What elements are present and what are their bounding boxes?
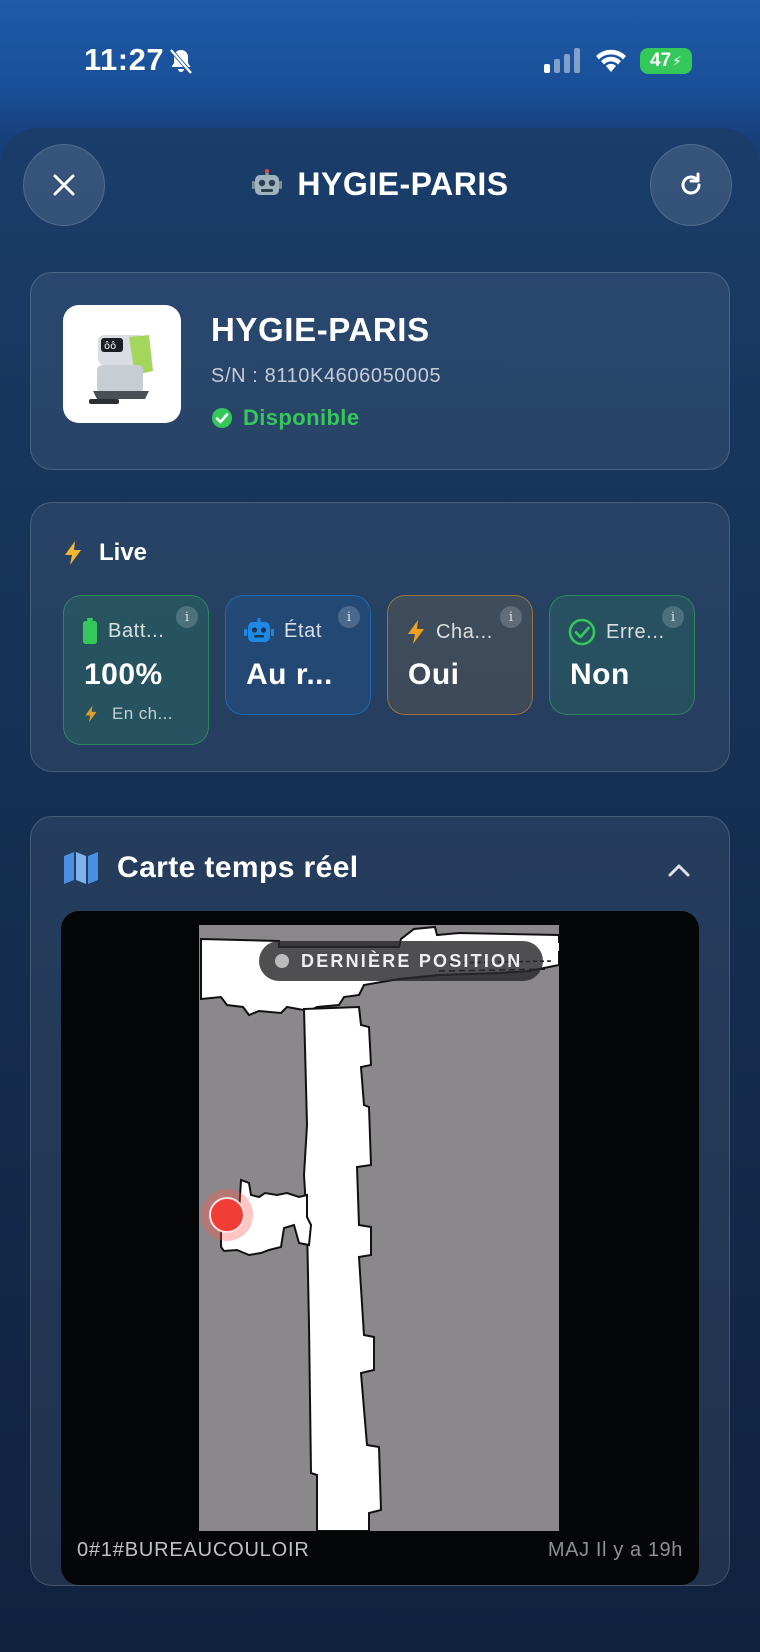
info-icon[interactable]: i [662,606,684,628]
info-icon[interactable]: i [338,606,360,628]
cellular-signal-icon [544,48,580,73]
map-view[interactable]: DERNIÈRE POSITION 0#1#BUREAUCOULOIR MAJ … [61,911,699,1585]
chevron-up-icon[interactable] [665,857,693,885]
map-updated-time: MAJ Il y a 19h [547,1539,683,1561]
svg-text:ôô: ôô [104,340,116,352]
robot-face-icon [252,168,283,195]
error-tile-value: Non [570,658,630,691]
charging-tile-value: Oui [408,658,460,691]
info-icon[interactable]: i [500,606,522,628]
charging-tile-header: Cha... [406,618,493,646]
refresh-icon [681,172,701,195]
robot-detail-sheet: HYGIE-PARIS ôô HYGIE-PARIS S/N : 8110K46… [0,128,760,1652]
error-tile-label: Erre... [606,620,665,643]
robot-serial: S/N : 8110K4606050005 [211,365,442,387]
battery-tile-label: Batt... [108,619,165,642]
robot-status: Disponible [211,405,359,431]
state-tile-label: État [284,619,322,642]
map-icon [64,852,98,884]
live-title-text: Live [99,539,148,566]
occupancy-map [199,925,559,1531]
robot-icon [244,618,274,642]
bolt-icon [65,541,81,565]
state-tile-header: État [244,618,322,644]
robot-status-label: Disponible [243,405,360,430]
robot-info-card: ôô HYGIE-PARIS S/N : 8110K4606050005 Dis… [30,272,730,470]
battery-tile-sub-text: En ch... [112,704,173,723]
charging-tile[interactable]: i Cha... Oui [387,595,533,715]
bolt-icon [408,620,424,644]
error-tile[interactable]: i Erre... Non [549,595,695,715]
map-title: Carte temps réel [63,851,359,885]
sheet-title: HYGIE-PARIS [0,166,760,203]
battery-icon [83,618,97,644]
battery-tile-header: Batt... [82,618,164,644]
info-icon[interactable]: i [176,606,198,628]
last-position-label: DERNIÈRE POSITION [301,950,523,971]
status-bar: 11:27 47 ⚡ [0,0,760,125]
battery-indicator: 47 ⚡ [640,48,692,74]
battery-tile[interactable]: i Batt... 100% En ch... [63,595,209,745]
robot-image: ôô [63,305,181,423]
status-dot-icon [275,954,289,968]
check-circle-icon [568,618,596,646]
wifi-icon [596,49,626,72]
robot-name: HYGIE-PARIS [211,311,430,348]
sheet-title-text: HYGIE-PARIS [297,166,509,202]
last-position-badge: DERNIÈRE POSITION [259,941,543,981]
error-tile-header: Erre... [568,618,665,646]
bell-off-icon [169,48,193,75]
live-card: Live i Batt... 100% En ch... i État Au r… [30,502,730,772]
map-title-text: Carte temps réel [117,851,359,884]
live-title: Live [63,539,147,567]
bolt-icon [85,705,97,723]
battery-tile-value: 100% [84,658,163,691]
battery-tile-sub: En ch... [84,704,173,724]
check-circle-icon [212,408,232,428]
state-tile[interactable]: i État Au r... [225,595,371,715]
charging-tile-label: Cha... [436,620,493,643]
realtime-map-card: Carte temps réel DERNIÈRE POSITION 0#1#B [30,816,730,1586]
state-tile-value: Au r... [246,658,333,691]
status-time: 11:27 [84,42,165,77]
battery-percent: 47 [650,50,672,71]
refresh-button[interactable] [650,144,732,226]
charging-bolt-icon: ⚡ [672,52,682,69]
map-floor-name: 0#1#BUREAUCOULOIR [77,1539,310,1561]
